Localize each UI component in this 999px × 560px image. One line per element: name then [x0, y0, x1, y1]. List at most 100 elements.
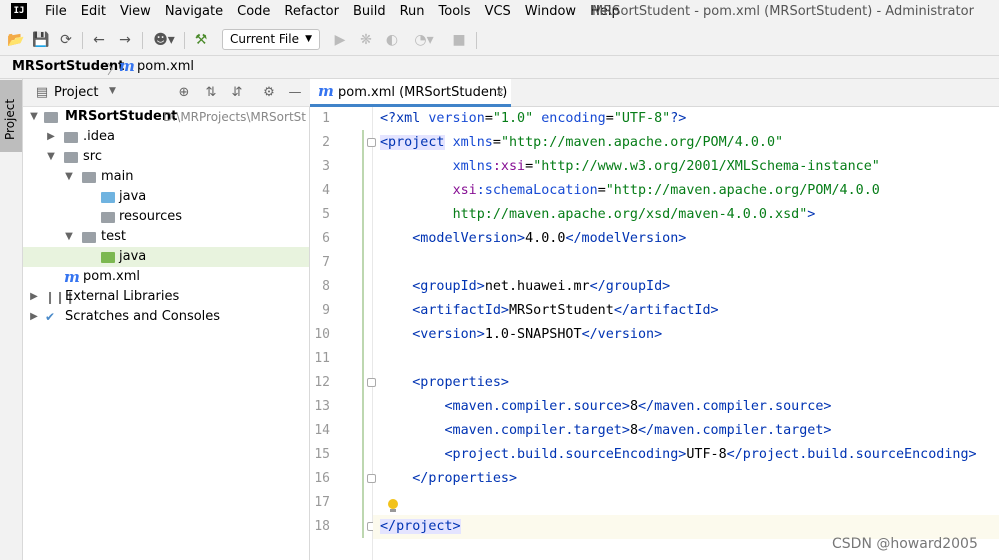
hide-panel-icon[interactable]: —: [287, 85, 303, 101]
stop-icon[interactable]: ■: [450, 31, 468, 49]
maven-icon: m: [318, 82, 334, 100]
line-number: 15: [314, 447, 330, 462]
run-configuration-select[interactable]: Current File ▼: [222, 29, 320, 50]
expanded-arrow-icon[interactable]: ▼: [45, 147, 57, 167]
line-number: 13: [314, 399, 330, 414]
close-icon[interactable]: ×: [495, 85, 505, 99]
tree-item-label: java: [119, 249, 147, 264]
code-line[interactable]: </properties>: [380, 467, 517, 491]
menu-window[interactable]: Window: [525, 4, 576, 19]
module-folder-icon: [44, 112, 58, 123]
tree-item-pom[interactable]: m pom.xml: [23, 267, 309, 287]
toolbar-separator: [476, 32, 477, 49]
forward-arrow-icon[interactable]: →: [116, 31, 134, 49]
project-tool-tab[interactable]: Project: [0, 80, 22, 152]
expanded-arrow-icon[interactable]: ▼: [28, 107, 40, 127]
menu-items: File Edit View Navigate Code Refactor Bu…: [45, 4, 634, 19]
menu-code[interactable]: Code: [237, 4, 270, 19]
code-line[interactable]: <artifactId>MRSortStudent</artifactId>: [380, 299, 718, 323]
code-line[interactable]: <?xml version="1.0" encoding="UTF-8"?>: [380, 107, 686, 131]
locate-target-icon[interactable]: ⊕: [176, 85, 192, 101]
chevron-down-icon[interactable]: ▼: [109, 86, 116, 96]
tree-item-idea[interactable]: ▶ .idea: [23, 127, 309, 147]
code-line[interactable]: <project xmlns="http://maven.apache.org/…: [380, 131, 783, 155]
tree-item-scratches[interactable]: ▶ ✔ Scratches and Consoles: [23, 307, 309, 327]
tree-item-label: main: [101, 169, 134, 184]
tree-item-label: src: [83, 149, 102, 164]
tree-item-external-libraries[interactable]: ▶ ❙❙❙ External Libraries: [23, 287, 309, 307]
editor-tab-pom[interactable]: m pom.xml (MRSortStudent) ×: [310, 79, 511, 107]
tree-item-test[interactable]: ▼ test: [23, 227, 309, 247]
code-line[interactable]: http://maven.apache.org/xsd/maven-4.0.0.…: [380, 203, 816, 227]
fold-marker-icon[interactable]: [367, 474, 376, 483]
sync-icon[interactable]: ⟳: [57, 31, 75, 49]
breadcrumb-file[interactable]: pom.xml: [137, 59, 194, 74]
menu-view[interactable]: View: [120, 4, 151, 19]
tree-item-project-root[interactable]: ▼ MRSortStudent D:\MRProjects\MRSortSt: [23, 107, 309, 127]
line-number: 3: [322, 159, 330, 174]
tree-item-label: java: [119, 189, 147, 204]
tree-item-label: resources: [119, 209, 183, 224]
menu-vcs[interactable]: VCS: [485, 4, 511, 19]
line-number: 11: [314, 351, 330, 366]
save-all-icon[interactable]: 💾: [32, 31, 50, 49]
vcs-change-marker: [362, 130, 364, 538]
tree-item-src[interactable]: ▼ src: [23, 147, 309, 167]
code-line[interactable]: <maven.compiler.source>8</maven.compiler…: [380, 395, 832, 419]
line-number: 6: [322, 231, 330, 246]
lightbulb-icon[interactable]: [387, 499, 399, 513]
menu-run[interactable]: Run: [400, 4, 425, 19]
expanded-arrow-icon[interactable]: ▼: [63, 227, 75, 247]
debug-icon[interactable]: ❋: [357, 31, 375, 49]
run-icon[interactable]: ▶: [331, 31, 349, 49]
fold-marker-icon[interactable]: [367, 138, 376, 147]
tree-item-main[interactable]: ▼ main: [23, 167, 309, 187]
line-number: 1: [322, 111, 330, 126]
test-source-folder-icon: [101, 252, 115, 263]
tree-item-test-java[interactable]: java: [23, 247, 309, 267]
menu-navigate[interactable]: Navigate: [165, 4, 223, 19]
toolbar-separator: [142, 32, 143, 49]
folder-icon: [64, 152, 78, 163]
open-folder-icon[interactable]: 📂: [7, 31, 25, 49]
main-toolbar: 📂 💾 ⟳ ← → ☻▾ ⚒ Current File ▼ ▶ ❋ ◐ ◔▾ ■: [0, 25, 999, 56]
collapsed-arrow-icon[interactable]: ▶: [28, 307, 40, 327]
line-number: 5: [322, 207, 330, 222]
gear-icon[interactable]: ⚙: [261, 85, 277, 101]
code-line[interactable]: <maven.compiler.target>8</maven.compiler…: [380, 419, 832, 443]
collapse-all-icon[interactable]: ⇵: [229, 85, 245, 101]
code-line[interactable]: <modelVersion>4.0.0</modelVersion>: [380, 227, 686, 251]
expand-all-icon[interactable]: ⇅: [203, 85, 219, 101]
code-line[interactable]: <version>1.0-SNAPSHOT</version>: [380, 323, 662, 347]
menu-file[interactable]: File: [45, 4, 67, 19]
expanded-arrow-icon[interactable]: ▼: [63, 167, 75, 187]
menu-refactor[interactable]: Refactor: [284, 4, 339, 19]
tree-item-resources[interactable]: resources: [23, 207, 309, 227]
coverage-icon[interactable]: ◐: [383, 31, 401, 49]
code-line[interactable]: xsi:schemaLocation="http://maven.apache.…: [380, 179, 880, 203]
menu-edit[interactable]: Edit: [81, 4, 106, 19]
code-line[interactable]: <project.build.sourceEncoding>UTF-8</pro…: [380, 443, 977, 467]
menu-build[interactable]: Build: [353, 4, 386, 19]
tree-item-main-java[interactable]: java: [23, 187, 309, 207]
editor-tab-label: pom.xml (MRSortStudent): [338, 85, 508, 100]
code-line[interactable]: xmlns:xsi="http://www.w3.org/2001/XMLSch…: [380, 155, 880, 179]
line-number: 10: [314, 327, 330, 342]
fold-marker-icon[interactable]: [367, 378, 376, 387]
code-line[interactable]: <properties>: [380, 371, 509, 395]
tree-item-label: External Libraries: [65, 289, 180, 304]
code-line[interactable]: <groupId>net.huawei.mr</groupId>: [380, 275, 670, 299]
user-dropdown-icon[interactable]: ☻▾: [150, 31, 178, 49]
menu-bar: IJ File Edit View Navigate Code Refactor…: [0, 0, 999, 25]
collapsed-arrow-icon[interactable]: ▶: [45, 127, 57, 147]
project-view-selector[interactable]: Project: [54, 85, 98, 100]
build-hammer-icon[interactable]: ⚒: [192, 31, 210, 49]
source-folder-icon: [101, 192, 115, 203]
back-arrow-icon[interactable]: ←: [90, 31, 108, 49]
tree-item-label: pom.xml: [83, 269, 140, 284]
line-number: 9: [322, 303, 330, 318]
tree-item-label: MRSortStudent: [65, 109, 178, 124]
profile-dropdown-icon[interactable]: ◔▾: [409, 31, 439, 49]
menu-tools[interactable]: Tools: [439, 4, 471, 19]
collapsed-arrow-icon[interactable]: ▶: [28, 287, 40, 307]
